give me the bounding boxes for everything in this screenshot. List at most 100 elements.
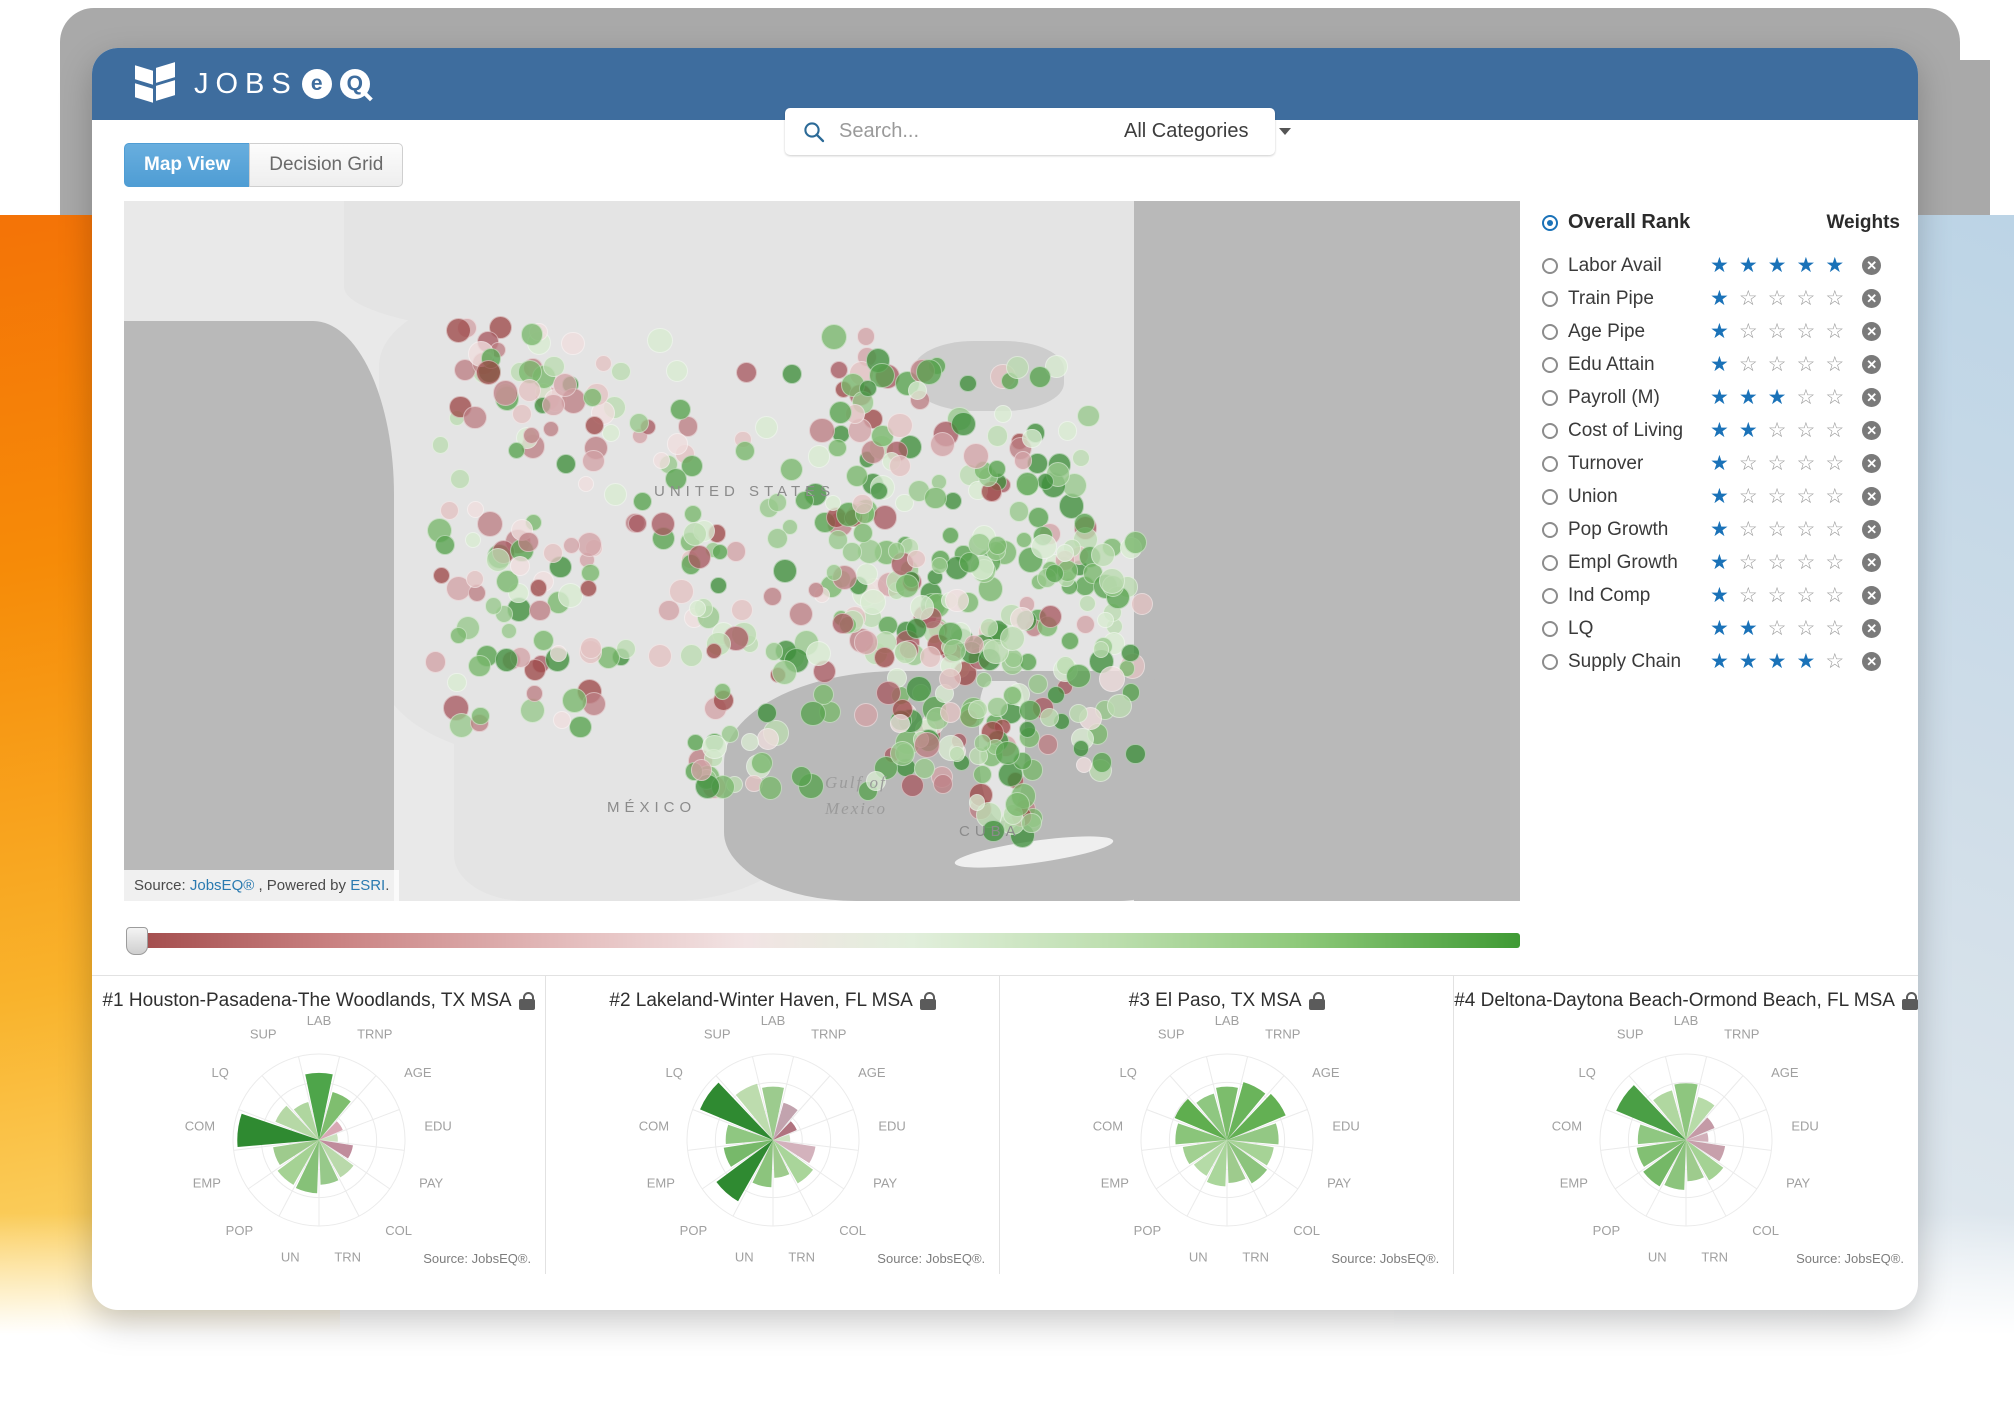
map-data-point[interactable] bbox=[909, 595, 935, 620]
map-data-point[interactable] bbox=[872, 505, 898, 530]
star-icon[interactable]: ☆ bbox=[1796, 387, 1815, 408]
star-icon[interactable]: ☆ bbox=[1768, 486, 1787, 507]
map-data-point[interactable] bbox=[887, 412, 913, 439]
map-data-point[interactable] bbox=[542, 393, 565, 417]
weights-star-rating[interactable]: ★ ★ ☆ ☆ ☆ bbox=[1710, 618, 1844, 639]
star-icon[interactable]: ☆ bbox=[1768, 519, 1787, 540]
map-data-point[interactable] bbox=[687, 545, 712, 569]
map-data-point[interactable] bbox=[439, 500, 459, 520]
map-data-point[interactable] bbox=[869, 482, 888, 501]
map-data-point[interactable] bbox=[995, 740, 1020, 766]
radio-lq[interactable] bbox=[1542, 620, 1558, 637]
map-data-point[interactable] bbox=[1039, 604, 1063, 628]
map-data-point[interactable] bbox=[702, 734, 727, 759]
map-data-point[interactable] bbox=[1028, 673, 1049, 694]
star-icon[interactable]: ☆ bbox=[1739, 321, 1758, 342]
map-data-point[interactable] bbox=[664, 467, 687, 490]
radio-labor-avail[interactable] bbox=[1542, 257, 1558, 274]
search-input[interactable] bbox=[837, 108, 1106, 155]
clear-weight-icon[interactable]: ✕ bbox=[1862, 355, 1882, 374]
star-icon[interactable]: ★ bbox=[1710, 486, 1729, 507]
map-data-point[interactable] bbox=[1090, 542, 1115, 567]
star-icon[interactable]: ☆ bbox=[1768, 288, 1787, 309]
map-data-point[interactable] bbox=[1091, 752, 1113, 773]
map-data-point[interactable] bbox=[577, 476, 594, 493]
map-data-point[interactable] bbox=[973, 733, 992, 752]
star-icon[interactable]: ☆ bbox=[1768, 552, 1787, 573]
map-data-point[interactable] bbox=[999, 625, 1025, 652]
clear-weight-icon[interactable]: ✕ bbox=[1862, 487, 1882, 506]
map-data-point[interactable] bbox=[807, 581, 825, 598]
star-icon[interactable]: ☆ bbox=[1825, 354, 1844, 375]
map-data-point[interactable] bbox=[828, 400, 852, 424]
map-data-point[interactable] bbox=[768, 493, 787, 512]
weights-star-rating[interactable]: ★ ☆ ☆ ☆ ☆ bbox=[1710, 585, 1844, 606]
radio-union[interactable] bbox=[1542, 488, 1558, 505]
map-data-point[interactable] bbox=[632, 491, 652, 511]
clear-weight-icon[interactable]: ✕ bbox=[1862, 520, 1882, 539]
map-data-point[interactable] bbox=[647, 327, 673, 354]
category-select[interactable]: All Categories bbox=[1106, 120, 1307, 143]
map-data-point[interactable] bbox=[669, 399, 691, 421]
map-data-point[interactable] bbox=[808, 445, 831, 468]
star-icon[interactable]: ★ bbox=[1739, 420, 1758, 441]
map-data-point[interactable] bbox=[757, 703, 777, 724]
star-icon[interactable]: ☆ bbox=[1796, 420, 1815, 441]
map-data-point[interactable] bbox=[1008, 501, 1030, 522]
star-icon[interactable]: ☆ bbox=[1796, 486, 1815, 507]
weights-star-rating[interactable]: ★ ☆ ☆ ☆ ☆ bbox=[1710, 321, 1844, 342]
radio-supply-chain[interactable] bbox=[1542, 653, 1558, 670]
map-data-point[interactable] bbox=[434, 534, 455, 555]
star-icon[interactable]: ★ bbox=[1710, 618, 1729, 639]
map-data-point[interactable] bbox=[686, 734, 704, 752]
map-data-point[interactable] bbox=[1044, 564, 1064, 584]
map-data-point[interactable] bbox=[1031, 533, 1057, 560]
clear-weight-icon[interactable]: ✕ bbox=[1862, 619, 1882, 638]
map-data-point[interactable] bbox=[963, 443, 989, 469]
map-data-point[interactable] bbox=[602, 423, 621, 442]
map-data-point[interactable] bbox=[942, 639, 966, 662]
radio-payroll-m-[interactable] bbox=[1542, 389, 1558, 406]
map-data-point[interactable] bbox=[1098, 567, 1125, 594]
star-icon[interactable]: ★ bbox=[1710, 552, 1729, 573]
map-data-point[interactable] bbox=[914, 732, 940, 758]
map-data-point[interactable] bbox=[682, 521, 708, 547]
map-data-point[interactable] bbox=[859, 379, 877, 398]
map-data-point[interactable] bbox=[1066, 663, 1091, 688]
weights-star-rating[interactable]: ★ ★ ★ ★ ★ bbox=[1710, 255, 1844, 276]
star-icon[interactable]: ★ bbox=[1825, 255, 1844, 276]
map-data-point[interactable] bbox=[526, 685, 543, 702]
map-data-point[interactable] bbox=[562, 536, 580, 554]
star-icon[interactable]: ☆ bbox=[1796, 288, 1815, 309]
radio-pop-growth[interactable] bbox=[1542, 521, 1558, 538]
map-data-point[interactable] bbox=[1028, 366, 1051, 389]
map-data-point[interactable] bbox=[1071, 448, 1090, 467]
map-data-point[interactable] bbox=[988, 460, 1006, 478]
radio-empl-growth[interactable] bbox=[1542, 554, 1558, 571]
map-data-point[interactable] bbox=[1068, 704, 1088, 724]
map-data-point[interactable] bbox=[750, 752, 773, 775]
map-data-point[interactable] bbox=[484, 596, 503, 615]
star-icon[interactable]: ★ bbox=[1739, 387, 1758, 408]
map-data-point[interactable] bbox=[929, 431, 955, 457]
star-icon[interactable]: ★ bbox=[1739, 255, 1758, 276]
lock-icon[interactable] bbox=[1901, 992, 1918, 1010]
map-data-point[interactable] bbox=[906, 676, 932, 703]
map-data-point[interactable] bbox=[951, 411, 976, 437]
star-icon[interactable]: ☆ bbox=[1796, 618, 1815, 639]
weights-star-rating[interactable]: ★ ☆ ☆ ☆ ☆ bbox=[1710, 354, 1844, 375]
map-data-point[interactable] bbox=[887, 541, 906, 560]
map-view[interactable]: UNITED STATES MÉXICO Gulf of Mexico CUBA Sou… bbox=[124, 201, 1520, 901]
map-data-point[interactable] bbox=[853, 703, 878, 728]
map-data-point[interactable] bbox=[809, 417, 835, 444]
star-icon[interactable]: ☆ bbox=[1768, 618, 1787, 639]
map-data-point[interactable] bbox=[465, 569, 484, 588]
star-icon[interactable]: ★ bbox=[1796, 255, 1815, 276]
star-icon[interactable]: ★ bbox=[1710, 387, 1729, 408]
star-icon[interactable]: ☆ bbox=[1825, 453, 1844, 474]
map-data-point[interactable] bbox=[562, 688, 587, 713]
star-icon[interactable]: ☆ bbox=[1796, 354, 1815, 375]
slider-handle[interactable] bbox=[126, 927, 148, 955]
star-icon[interactable]: ★ bbox=[1710, 420, 1729, 441]
star-icon[interactable]: ★ bbox=[1710, 255, 1729, 276]
